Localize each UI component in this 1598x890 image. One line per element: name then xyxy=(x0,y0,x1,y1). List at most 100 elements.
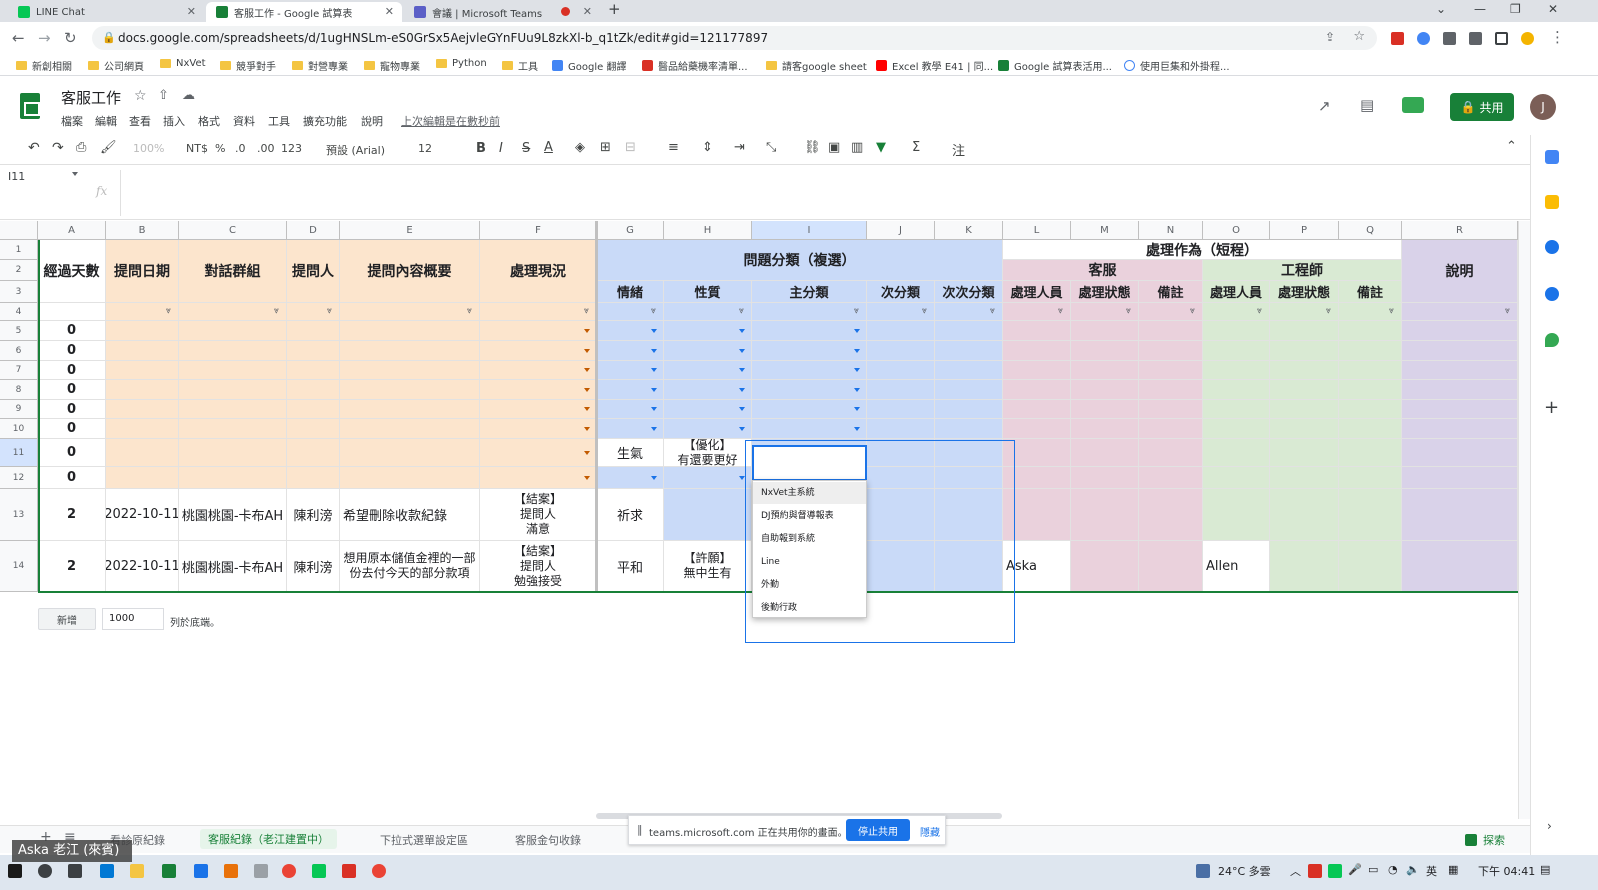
cell-q9[interactable] xyxy=(1339,400,1402,419)
menu-view[interactable]: 查看 xyxy=(129,113,151,129)
row-header-1[interactable]: 1 xyxy=(0,240,38,260)
cell-m7[interactable] xyxy=(1071,361,1139,380)
back-icon[interactable]: ← xyxy=(12,29,25,47)
cell-r7[interactable] xyxy=(1402,361,1518,380)
cell-f11[interactable] xyxy=(480,439,597,467)
dropdown-arrow-icon[interactable] xyxy=(584,387,590,392)
cell-i10[interactable] xyxy=(752,419,867,439)
app-icon[interactable] xyxy=(100,864,114,878)
header-issue-category[interactable]: 問題分類（複選） xyxy=(597,240,1003,281)
cell-q6[interactable] xyxy=(1339,341,1402,361)
cell-days[interactable]: 0 xyxy=(38,400,106,419)
move-icon[interactable]: ⇧ xyxy=(158,88,169,103)
filter-button-icon[interactable]: ⩔ xyxy=(990,306,995,316)
header-group[interactable]: 對話群組 xyxy=(179,240,287,303)
browser-tab-sheets[interactable]: 客服工作 - Google 試算表 ✕ xyxy=(206,2,402,22)
cell-p10[interactable] xyxy=(1270,419,1339,439)
column-header-q[interactable]: Q xyxy=(1339,221,1402,240)
task-view-icon[interactable] xyxy=(68,864,82,878)
calendar-icon[interactable] xyxy=(1545,150,1559,164)
column-header-e[interactable]: E xyxy=(340,221,480,240)
currency-format-button[interactable]: NT$ xyxy=(186,142,208,155)
borders-icon[interactable]: ⊞ xyxy=(600,140,611,155)
cell-p11[interactable] xyxy=(1270,439,1339,467)
close-tab-icon[interactable]: ✕ xyxy=(583,5,592,18)
cell-d6[interactable] xyxy=(287,341,340,361)
link-icon[interactable]: ⛓ xyxy=(804,140,821,155)
cell-m11[interactable] xyxy=(1071,439,1139,467)
hide-button[interactable]: 隱藏 xyxy=(920,824,940,839)
dropdown-arrow-icon[interactable] xyxy=(739,426,745,431)
header-j[interactable]: 次分類 xyxy=(867,281,935,303)
cell-m13[interactable] xyxy=(1071,489,1139,541)
minimize-icon[interactable]: — xyxy=(1474,2,1486,16)
cell-l10[interactable] xyxy=(1003,419,1071,439)
filter-button-icon[interactable]: ⩔ xyxy=(1389,306,1394,316)
header-h[interactable]: 性質 xyxy=(664,281,752,303)
paint-format-icon[interactable]: 🖌 xyxy=(100,140,117,155)
row-header-10[interactable]: 10 xyxy=(0,419,38,439)
input-tools-icon[interactable]: 注 xyxy=(952,140,965,159)
bookmark-item[interactable]: 公司網頁 xyxy=(88,58,144,73)
cell-k7[interactable] xyxy=(935,361,1003,380)
sheets-logo-icon[interactable] xyxy=(20,93,40,119)
menu-help[interactable]: 說明 xyxy=(361,113,383,129)
cell-o8[interactable] xyxy=(1203,380,1270,400)
cell-m8[interactable] xyxy=(1071,380,1139,400)
cell-f7[interactable] xyxy=(480,361,597,380)
chart-icon[interactable]: ▥ xyxy=(851,140,863,155)
dropdown-arrow-icon[interactable] xyxy=(584,348,590,353)
header-notes[interactable]: 說明 xyxy=(1402,240,1518,303)
cell-d11[interactable] xyxy=(287,439,340,467)
menu-file[interactable]: 檔案 xyxy=(61,113,83,129)
header-m[interactable]: 處理狀態 xyxy=(1071,281,1139,303)
cell-m5[interactable] xyxy=(1071,321,1139,341)
cell-d14[interactable]: 陳利滂 xyxy=(287,541,340,592)
column-header-f[interactable]: F xyxy=(480,221,597,240)
cell-g8[interactable] xyxy=(597,380,664,400)
star-icon[interactable]: ☆ xyxy=(134,88,147,104)
cell-d12[interactable] xyxy=(287,467,340,489)
cell-e7[interactable] xyxy=(340,361,480,380)
volume-icon[interactable]: 🔈 xyxy=(1406,863,1420,876)
cell-r12[interactable] xyxy=(1402,467,1518,489)
filter-button-icon[interactable]: ⩔ xyxy=(922,306,927,316)
cell-c5[interactable] xyxy=(179,321,287,341)
cell-q7[interactable] xyxy=(1339,361,1402,380)
row-header-13[interactable]: 13 xyxy=(0,489,38,541)
cell-p7[interactable] xyxy=(1270,361,1339,380)
text-rotation-icon[interactable]: ⤡ xyxy=(766,140,776,155)
strikethrough-icon[interactable]: S xyxy=(522,141,530,156)
header-status[interactable]: 處理現況 xyxy=(480,240,597,303)
cell-b14[interactable]: 2022-10-11 xyxy=(106,541,179,592)
column-header-n[interactable]: N xyxy=(1139,221,1203,240)
dropdown-arrow-icon[interactable] xyxy=(739,328,745,333)
filter-cell-f[interactable]: ⩔ xyxy=(480,303,597,321)
meet-icon[interactable] xyxy=(1402,97,1424,113)
header-l[interactable]: 處理人員 xyxy=(1003,281,1071,303)
bookmark-item[interactable]: Google 翻譯 xyxy=(552,58,626,73)
cell-p5[interactable] xyxy=(1270,321,1339,341)
cell-j6[interactable] xyxy=(867,341,935,361)
cell-i8[interactable] xyxy=(752,380,867,400)
column-header-r[interactable]: R xyxy=(1402,221,1518,240)
bookmark-item[interactable]: 工具 xyxy=(502,58,538,73)
media-icon[interactable] xyxy=(1469,32,1482,45)
cell-p9[interactable] xyxy=(1270,400,1339,419)
cell-b10[interactable] xyxy=(106,419,179,439)
cell-b7[interactable] xyxy=(106,361,179,380)
dropdown-option[interactable]: 自助報到系統 xyxy=(753,528,866,550)
cell-g6[interactable] xyxy=(597,341,664,361)
app-icon[interactable] xyxy=(194,864,208,878)
cell-e5[interactable] xyxy=(340,321,480,341)
weather-text[interactable]: 24°C 多雲 xyxy=(1218,863,1271,879)
chevron-right-icon[interactable]: › xyxy=(1547,819,1552,833)
menu-edit[interactable]: 編輯 xyxy=(95,113,117,129)
cell-e6[interactable] xyxy=(340,341,480,361)
share-page-icon[interactable]: ⇪ xyxy=(1325,30,1335,44)
cell-q14[interactable] xyxy=(1339,541,1402,592)
column-header-c[interactable]: C xyxy=(179,221,287,240)
cell-r5[interactable] xyxy=(1402,321,1518,341)
bold-icon[interactable]: B xyxy=(476,141,486,156)
header-customer-service[interactable]: 客服 xyxy=(1003,260,1203,281)
